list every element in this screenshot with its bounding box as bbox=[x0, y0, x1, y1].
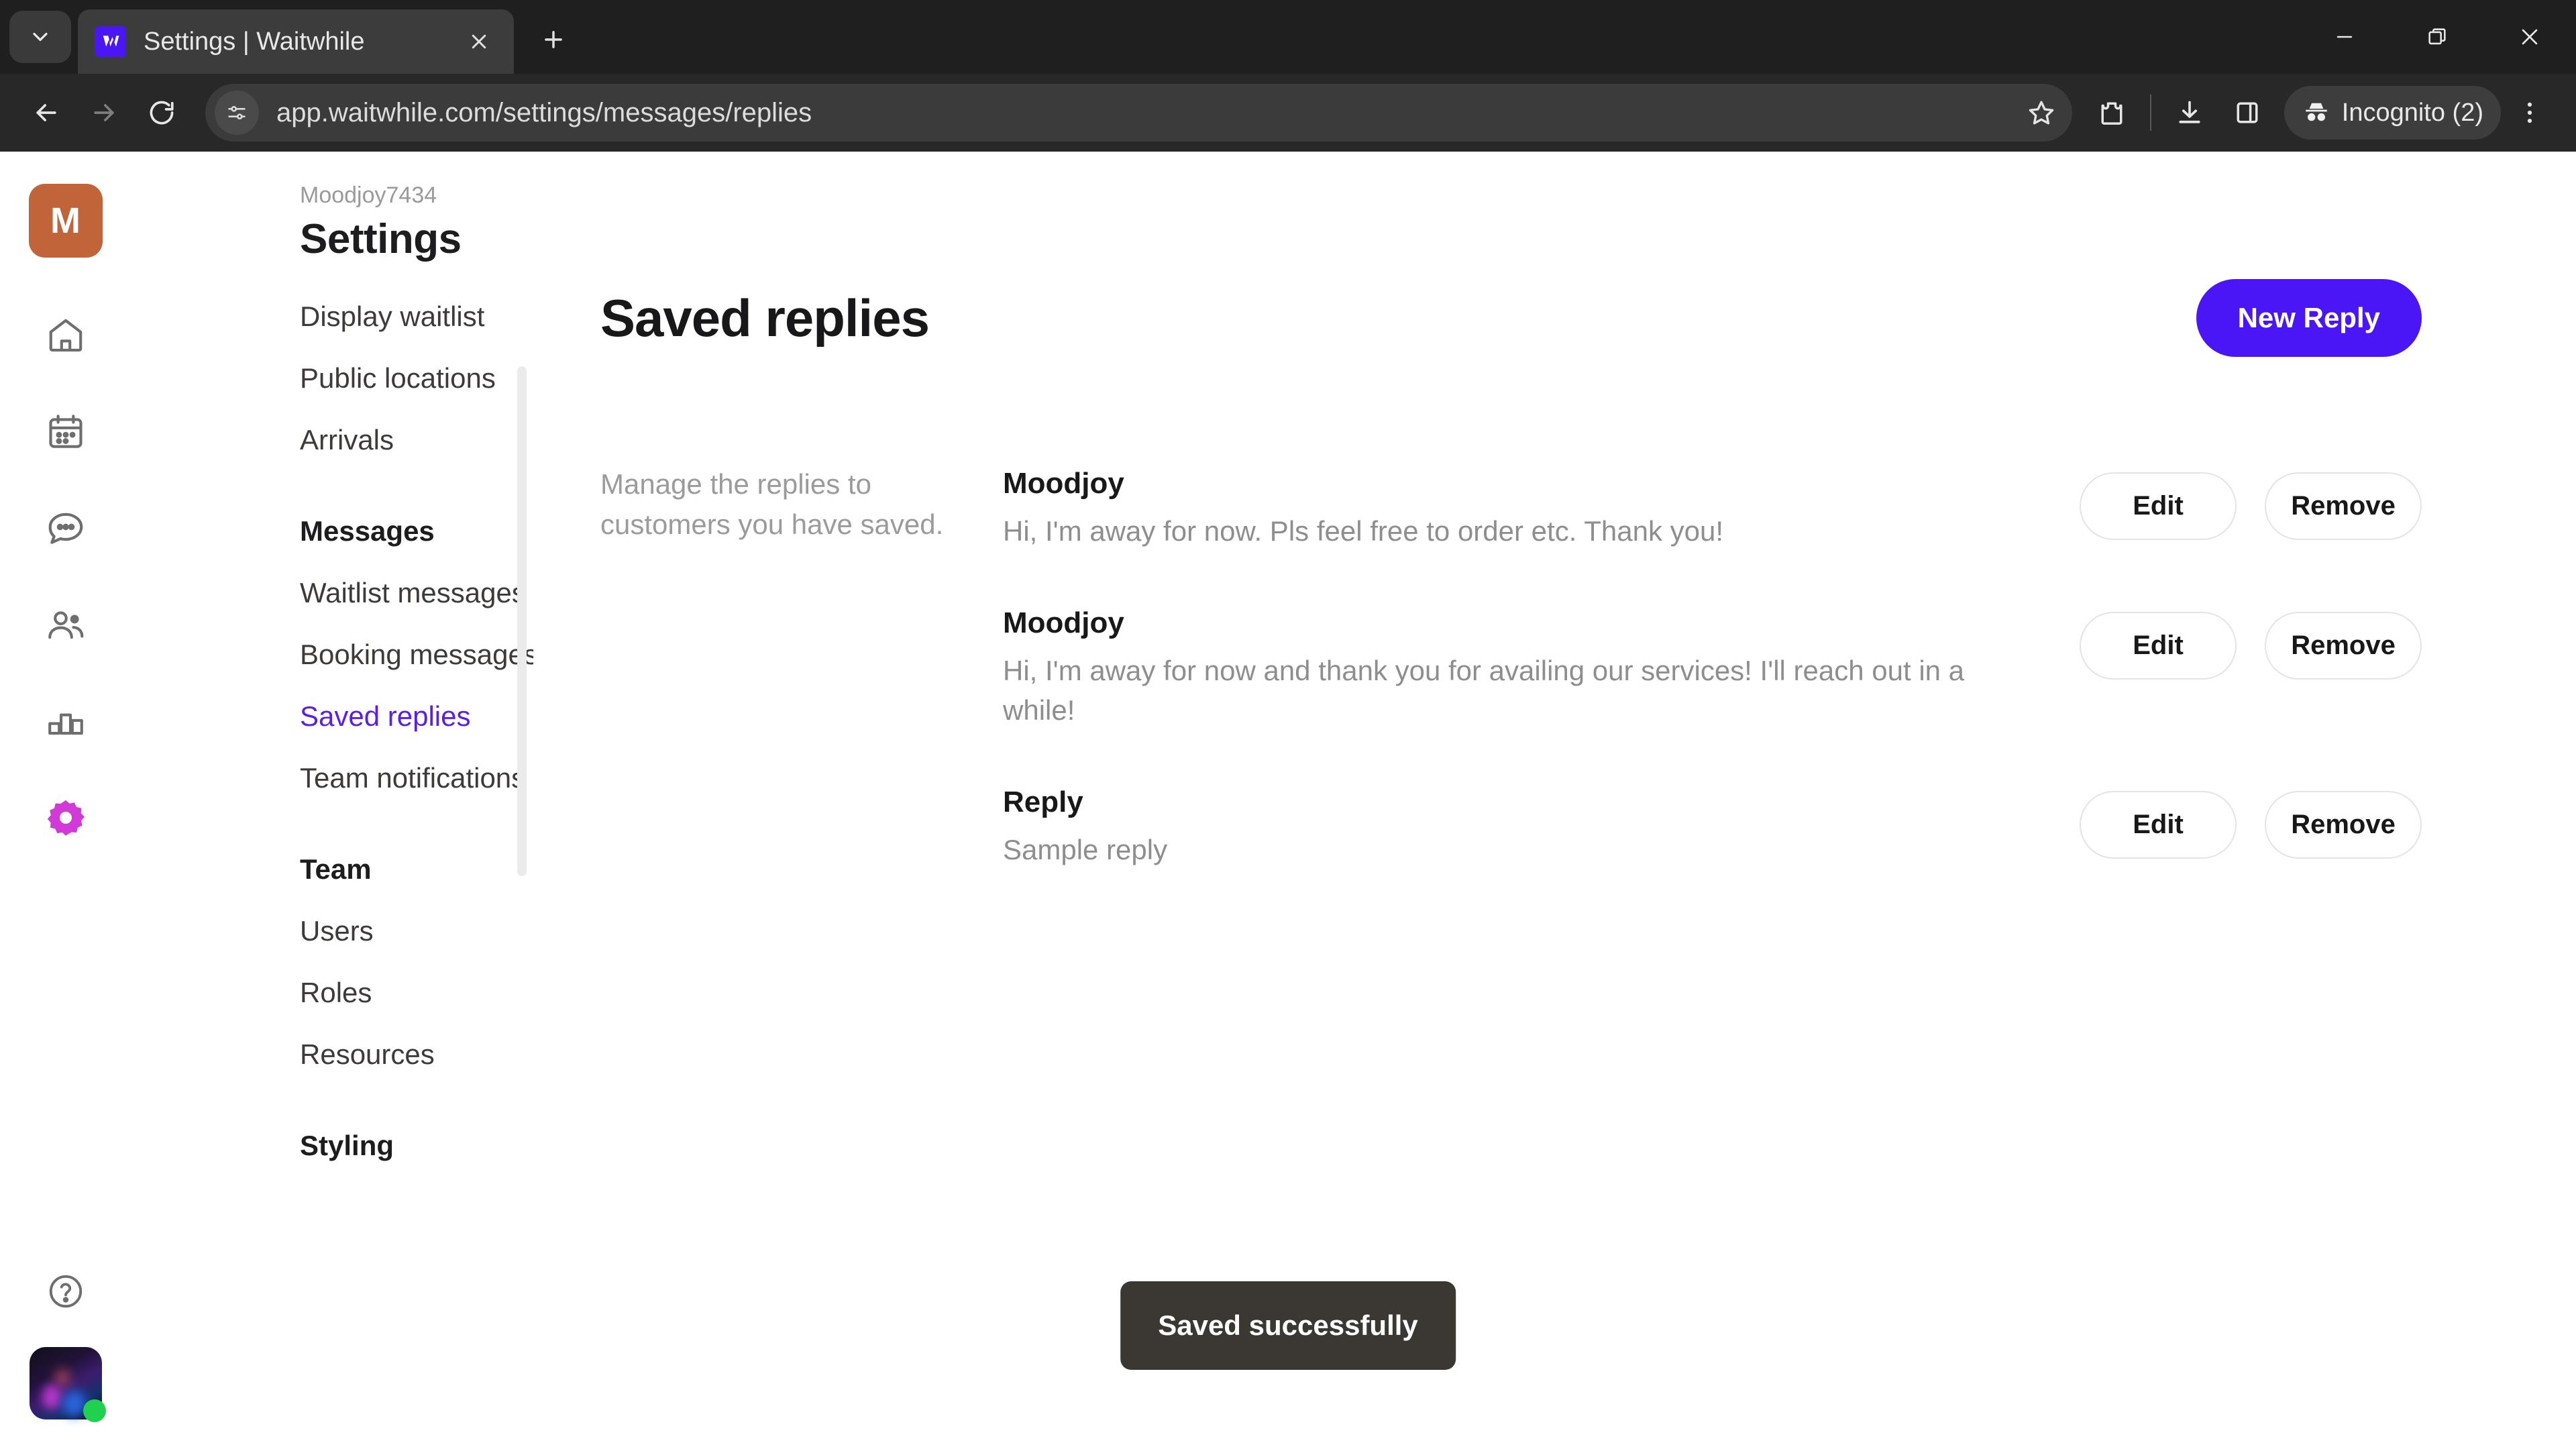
sidebar-scrollbar[interactable] bbox=[517, 366, 527, 876]
saved-replies-list: Moodjoy Hi, I'm away for now. Pls feel f… bbox=[1003, 464, 2422, 922]
gear-icon bbox=[47, 800, 85, 836]
reply-actions: Edit Remove bbox=[2080, 464, 2422, 540]
sidebar-group-styling: Styling bbox=[300, 1130, 394, 1161]
home-icon bbox=[49, 319, 82, 352]
toast-notification: Saved successfully bbox=[1120, 1281, 1456, 1370]
reply-title: Moodjoy bbox=[1003, 606, 1124, 639]
help-button[interactable] bbox=[29, 1254, 103, 1328]
sidebar-group-messages: Messages bbox=[300, 515, 435, 547]
list-item: Moodjoy Hi, I'm away for now and thank y… bbox=[1003, 604, 2422, 731]
new-tab-button[interactable] bbox=[529, 15, 578, 64]
section-description: Manage the replies to customers you have… bbox=[600, 468, 944, 540]
browser-window: Settings | Waitwhile app.waitwhile.com/s… bbox=[0, 0, 2576, 1449]
sidebar-item-users[interactable]: Users bbox=[300, 900, 486, 962]
edit-button[interactable]: Edit bbox=[2080, 790, 2237, 859]
close-icon[interactable] bbox=[2483, 0, 2576, 74]
reply-actions: Edit Remove bbox=[2080, 783, 2422, 859]
incognito-label: Incognito (2) bbox=[2341, 98, 2483, 127]
tab-search-button[interactable] bbox=[9, 11, 71, 63]
extensions-icon[interactable] bbox=[2083, 84, 2141, 142]
list-item: Moodjoy Hi, I'm away for now. Pls feel f… bbox=[1003, 464, 2422, 551]
tab-strip: Settings | Waitwhile bbox=[0, 0, 2576, 74]
incognito-indicator[interactable]: Incognito (2) bbox=[2284, 86, 2501, 140]
toolbar-divider bbox=[2149, 95, 2151, 131]
sidebar-group-team: Team bbox=[300, 853, 372, 885]
browser-menu-icon[interactable] bbox=[2501, 84, 2559, 142]
settings-nav-inner: Moodjoy7434 Settings Display waitlist Pu… bbox=[131, 182, 533, 1177]
site-settings-icon[interactable] bbox=[215, 91, 259, 135]
address-bar[interactable]: app.waitwhile.com/settings/messages/repl… bbox=[205, 84, 2072, 142]
rail-item-analytics[interactable] bbox=[29, 684, 103, 758]
downloads-icon[interactable] bbox=[2161, 84, 2218, 142]
reply-title: Reply bbox=[1003, 785, 1083, 818]
page-title: Settings bbox=[300, 216, 462, 262]
url-text: app.waitwhile.com/settings/messages/repl… bbox=[276, 97, 812, 127]
bookmark-star-icon[interactable] bbox=[2017, 89, 2065, 137]
rail-item-settings[interactable] bbox=[29, 781, 103, 855]
restore-icon[interactable] bbox=[2391, 0, 2483, 74]
reply-content: Reply Sample reply bbox=[1003, 783, 2039, 870]
bar-chart-icon bbox=[48, 713, 83, 735]
minimize-icon[interactable] bbox=[2298, 0, 2391, 74]
content-body: Manage the replies to customers you have… bbox=[600, 464, 2422, 922]
edit-button[interactable]: Edit bbox=[2080, 611, 2237, 680]
reply-content: Moodjoy Hi, I'm away for now and thank y… bbox=[1003, 604, 2039, 731]
org-name: Moodjoy7434 bbox=[300, 182, 437, 208]
sidebar-item-waitlist-messages[interactable]: Waitlist messages bbox=[300, 562, 526, 624]
browser-toolbar: app.waitwhile.com/settings/messages/repl… bbox=[0, 74, 2576, 152]
chat-bubble-icon bbox=[48, 513, 83, 544]
new-reply-button[interactable]: New Reply bbox=[2196, 279, 2422, 357]
tab-title: Settings | Waitwhile bbox=[144, 27, 365, 56]
status-badge bbox=[83, 1399, 106, 1422]
calendar-icon bbox=[48, 415, 83, 448]
reload-icon[interactable] bbox=[133, 84, 191, 142]
sidebar-item-display-waitlist[interactable]: Display waitlist bbox=[300, 286, 486, 347]
reply-body: Hi, I'm away for now. Pls feel free to o… bbox=[1003, 515, 1724, 547]
reply-actions: Edit Remove bbox=[2080, 604, 2422, 680]
close-icon[interactable] bbox=[462, 24, 496, 59]
side-panel-icon[interactable] bbox=[2218, 84, 2276, 142]
sidebar-item-roles[interactable]: Roles bbox=[300, 962, 486, 1024]
sidebar-item-resources[interactable]: Resources bbox=[300, 1024, 486, 1085]
workspace-logo[interactable]: M bbox=[28, 184, 103, 258]
sidebar-item-arrivals[interactable]: Arrivals bbox=[300, 409, 486, 471]
main-content: Saved replies New Reply Manage the repli… bbox=[533, 152, 2576, 1449]
remove-button[interactable]: Remove bbox=[2265, 790, 2422, 859]
rail-item-customers[interactable] bbox=[29, 588, 103, 661]
reply-content: Moodjoy Hi, I'm away for now. Pls feel f… bbox=[1003, 464, 2039, 551]
sidebar-item-team-notifications[interactable]: Team notifications bbox=[300, 747, 525, 809]
sidebar-item-saved-replies[interactable]: Saved replies bbox=[300, 686, 486, 747]
window-controls bbox=[2298, 0, 2576, 74]
waitwhile-logo-icon bbox=[95, 26, 126, 57]
content-header: Saved replies New Reply bbox=[600, 279, 2422, 357]
rail-item-messages[interactable] bbox=[29, 491, 103, 565]
rail-item-home[interactable] bbox=[29, 298, 103, 372]
rail-item-calendar[interactable] bbox=[29, 394, 103, 468]
edit-button[interactable]: Edit bbox=[2080, 472, 2237, 540]
remove-button[interactable]: Remove bbox=[2265, 472, 2422, 540]
app-page: M Moodjoy7434 Settings Display waitlist … bbox=[0, 152, 2576, 1449]
help-circle-icon bbox=[49, 1275, 82, 1308]
incognito-icon bbox=[2305, 103, 2327, 121]
reply-body: Hi, I'm away for now and thank you for a… bbox=[1003, 654, 1965, 727]
browser-tab[interactable]: Settings | Waitwhile bbox=[78, 9, 514, 74]
list-item: Reply Sample reply Edit Remove bbox=[1003, 783, 2422, 870]
remove-button[interactable]: Remove bbox=[2265, 611, 2422, 680]
avatar[interactable] bbox=[29, 1347, 106, 1422]
back-icon[interactable] bbox=[17, 84, 75, 142]
settings-nav: Moodjoy7434 Settings Display waitlist Pu… bbox=[131, 152, 533, 1449]
forward-icon[interactable] bbox=[75, 84, 133, 142]
reply-title: Moodjoy bbox=[1003, 467, 1124, 500]
reply-body: Sample reply bbox=[1003, 833, 1168, 865]
sidebar-item-booking-messages[interactable]: Booking messages bbox=[300, 624, 533, 686]
sidebar-item-public-locations[interactable]: Public locations bbox=[300, 347, 496, 409]
app-rail: M bbox=[0, 152, 131, 1449]
people-icon bbox=[48, 611, 83, 639]
section-title: Saved replies bbox=[600, 288, 930, 347]
